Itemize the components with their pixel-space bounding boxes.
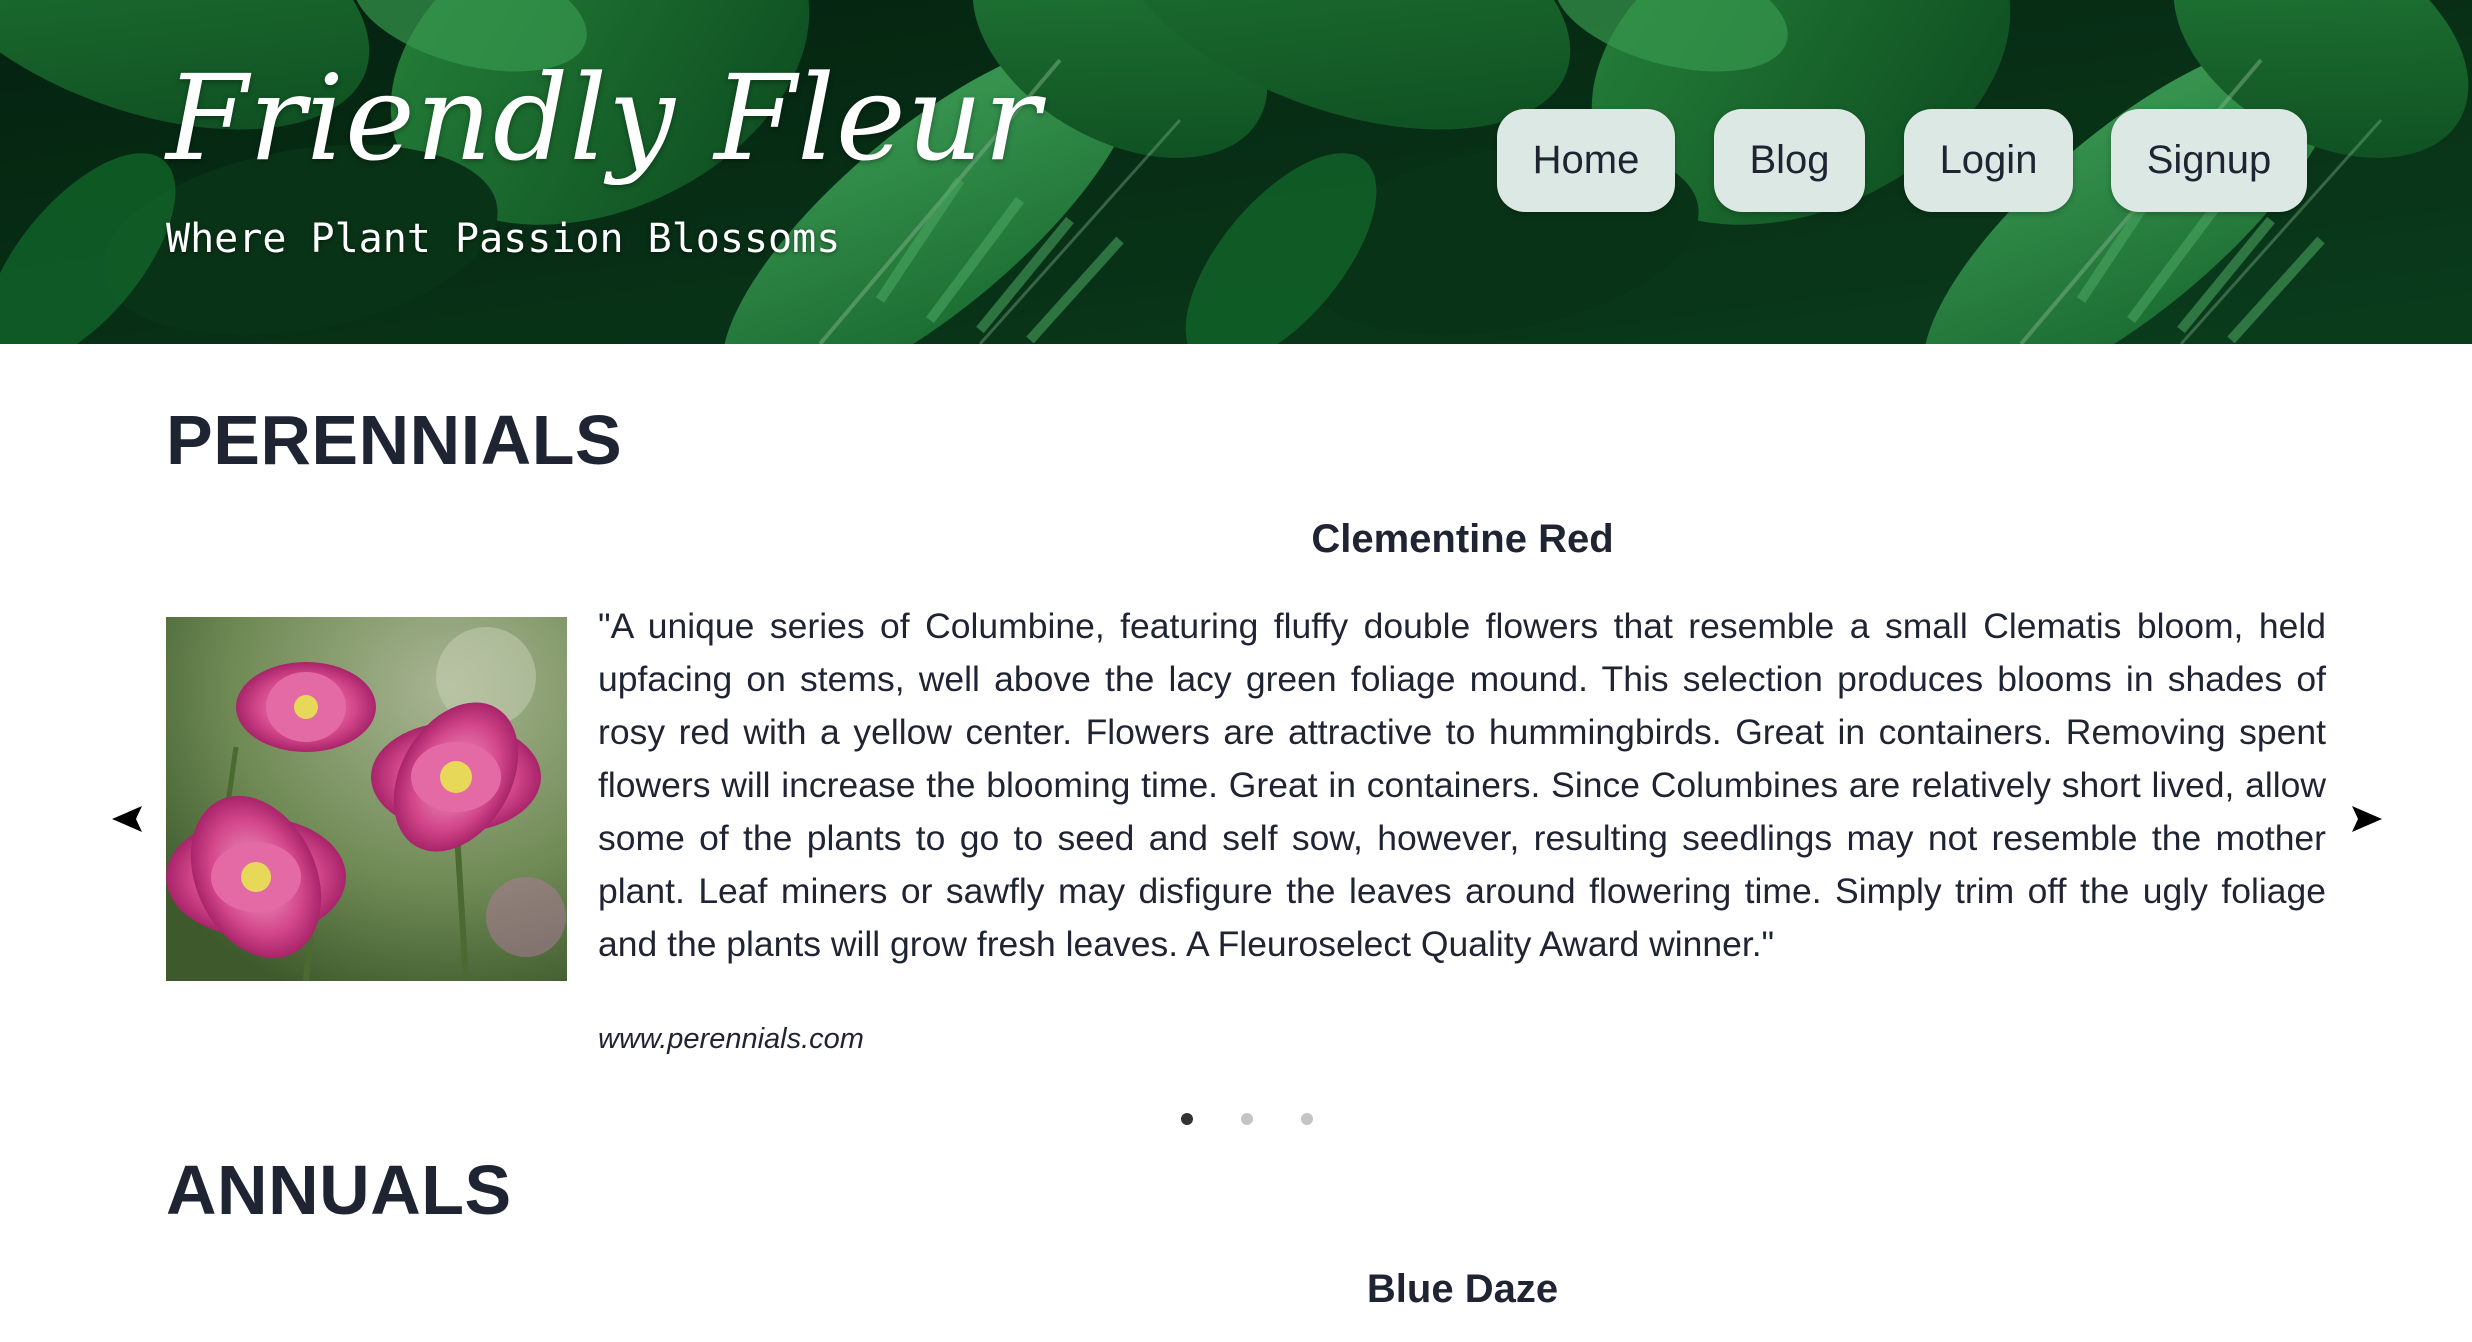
- carousel-dot-2[interactable]: [1241, 1113, 1253, 1125]
- triangle-right-icon[interactable]: [2348, 799, 2388, 839]
- nav-signup-button[interactable]: Signup: [2111, 109, 2307, 212]
- nav-login-button[interactable]: Login: [1904, 109, 2073, 212]
- brand-tagline: Where Plant Passion Blossoms: [166, 216, 841, 262]
- carousel-dot-3[interactable]: [1301, 1113, 1313, 1125]
- slide-source-link[interactable]: www.perennials.com: [598, 1019, 864, 1059]
- triangle-left-icon[interactable]: [106, 799, 146, 839]
- carousel-dot-1[interactable]: [1181, 1113, 1193, 1125]
- brand-title: Friendly Fleur: [166, 49, 1042, 187]
- nav-blog-button[interactable]: Blog: [1714, 109, 1865, 212]
- perennials-heading: PERENNIALS: [166, 401, 623, 479]
- slide-title: Clementine Red: [1311, 517, 1614, 561]
- slide-description: "A unique series of Columbine, featuring…: [598, 606, 2326, 964]
- site-header: Friendly Fleur Where Plant Passion Bloss…: [0, 0, 2472, 344]
- nav-home-button[interactable]: Home: [1497, 109, 1675, 212]
- pink-columbine-flower-photo: [166, 617, 567, 981]
- annuals-heading: ANNUALS: [166, 1151, 512, 1229]
- annuals-slide-title: Blue Daze: [1366, 1267, 1559, 1311]
